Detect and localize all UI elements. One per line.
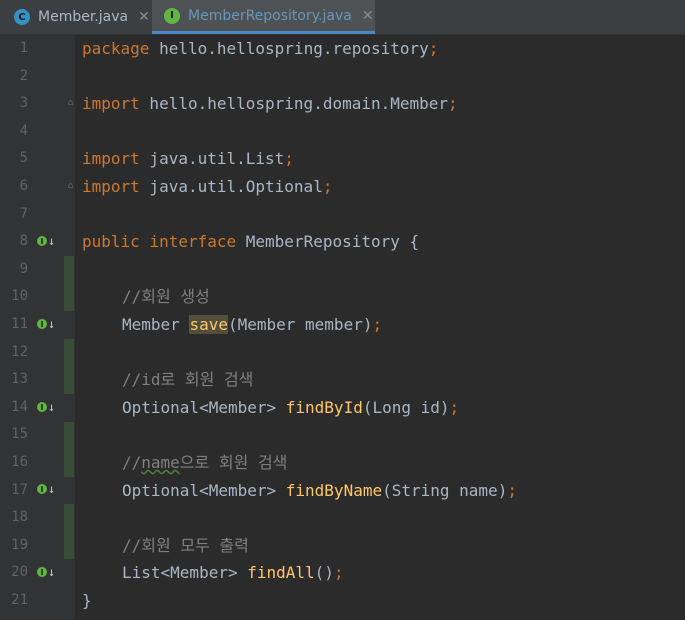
code-line-14: Optional<Member> findById(Long id); [122,397,460,417]
vcs-change-marker[interactable] [64,339,74,394]
implemented-marker-icon[interactable]: I ↓ [37,399,59,415]
vcs-change-marker[interactable] [64,256,74,311]
code-line-5: import java.util.List; [82,149,294,169]
line-number: 1 [19,40,28,56]
implemented-marker-icon[interactable]: I ↓ [37,564,59,580]
line-number: 13 [11,371,28,388]
code-line-6: import java.util.Optional; [82,177,333,196]
tab-label: MemberRepository.java [188,7,352,24]
tab-member-java[interactable]: C Member.java ✕ [0,0,152,34]
line-number: 21 [11,592,28,608]
implemented-marker-icon[interactable]: I ↓ [37,481,59,497]
line-number: 16 [11,454,28,470]
line-number: 20 [11,564,28,581]
line-number: 18 [11,509,28,526]
line-number: 2 [19,67,28,84]
implemented-marker-icon[interactable]: I ↓ [37,316,59,332]
line-number: 12 [11,343,28,360]
line-number: 19 [11,536,28,553]
fold-icon[interactable]: ⌂ [68,98,78,108]
ide-window: C Member.java ✕ I MemberRepository.java … [0,0,685,620]
code-line-16: //name으로 회원 검색 [122,453,288,472]
method-name: save [189,315,228,334]
line-number: 15 [11,426,28,443]
line-number: 5 [19,150,28,167]
code-editor[interactable]: 1 2 3 4 5 6 7 8 9 10 11 12 13 14 15 16 1… [0,35,685,620]
implemented-marker-icon[interactable]: I ↓ [37,233,59,249]
line-number: 3 [19,95,28,112]
typo-underline: name [141,453,180,472]
line-number: 10 [11,288,28,305]
vcs-change-marker[interactable] [64,504,74,559]
code-line-1: package hello.hellospring.repository; [82,39,439,58]
interface-icon: I [164,7,180,24]
close-icon[interactable]: ✕ [138,9,150,25]
line-number: 8 [19,233,28,250]
method-name: findAll [247,563,315,583]
code-line-10: //회원 생성 [122,287,210,307]
close-icon[interactable]: ✕ [362,8,374,24]
method-name: findByName [285,480,383,500]
code-line-20: List<Member> findAll(); [122,563,344,583]
code-line-8: public interface MemberRepository { [82,232,420,252]
line-number: 7 [19,205,28,222]
line-number: 14 [11,398,28,415]
code-line-11: Member save(Member member); [122,315,383,334]
fold-icon[interactable]: ⌂ [68,181,78,191]
vcs-change-marker[interactable] [64,422,74,477]
code-line-13: //id로 회원 검색 [122,370,254,390]
editor-gutter: 1 2 3 4 5 6 7 8 9 10 11 12 13 14 15 16 1… [0,35,75,620]
class-icon: C [14,9,30,25]
code-line-21: } [82,591,92,610]
code-line-17: Optional<Member> findByName(String name)… [122,480,517,500]
code-line-3: import hello.hellospring.domain.Member; [82,94,458,114]
code-line-19: //회원 모두 출력 [122,535,249,555]
line-number: 9 [19,260,28,277]
line-number: 11 [11,316,28,332]
line-number: 17 [11,481,28,498]
line-number: 6 [19,178,28,194]
editor-tab-bar: C Member.java ✕ I MemberRepository.java … [0,0,685,35]
tab-label: Member.java [38,9,129,25]
method-name: findById [285,397,363,417]
tab-member-repository-java[interactable]: I MemberRepository.java ✕ [152,0,375,34]
line-number: 4 [19,122,28,139]
